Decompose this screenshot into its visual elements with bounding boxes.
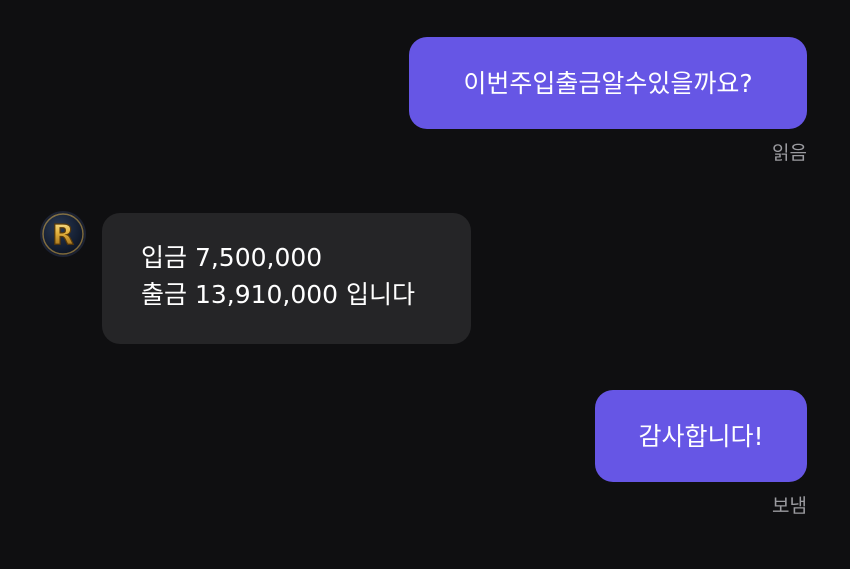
message-line-deposit: 입금 7,500,000 bbox=[141, 243, 323, 272]
message-status-sent: 보냄 bbox=[772, 495, 807, 517]
message-text: 감사합니다! bbox=[638, 421, 764, 451]
incoming-message-bubble[interactable]: 입금 7,500,000 출금 13,910,000 입니다 bbox=[102, 213, 471, 344]
message-status-read: 읽음 bbox=[772, 142, 807, 164]
message-line-withdrawal: 출금 13,910,000 입니다 bbox=[141, 280, 416, 309]
chat-thread: 이번주입출금알수있을까요? 읽음 R 입금 7,500,000 출금 13,91… bbox=[0, 0, 850, 569]
avatar-logo-letter: R bbox=[52, 218, 74, 251]
outgoing-message-bubble[interactable]: 감사합니다! bbox=[595, 390, 807, 482]
gold-r-logo-icon: R bbox=[42, 213, 84, 255]
outgoing-message-bubble[interactable]: 이번주입출금알수있을까요? bbox=[409, 37, 807, 129]
avatar[interactable]: R bbox=[42, 213, 84, 255]
message-text: 이번주입출금알수있을까요? bbox=[463, 68, 753, 98]
